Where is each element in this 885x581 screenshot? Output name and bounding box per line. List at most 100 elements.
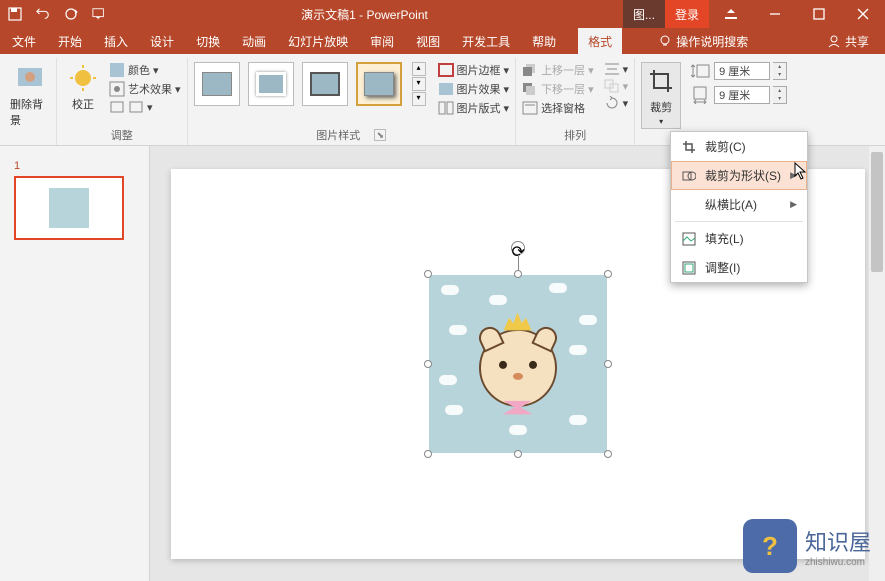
slideshow-from-start-icon[interactable] bbox=[92, 7, 106, 21]
rotate-button[interactable]: ▾ bbox=[604, 96, 629, 110]
titlebar: 演示文稿1 - PowerPoint 图... 登录 bbox=[0, 0, 885, 28]
crop-menu-crop[interactable]: 裁剪(C) bbox=[671, 132, 807, 161]
send-backward-button[interactable]: 下移一层 ▾ bbox=[522, 81, 594, 97]
adjust-group-label: 调整 bbox=[111, 127, 133, 143]
style-gallery-up[interactable]: ▴ bbox=[412, 62, 426, 76]
group-icon bbox=[604, 79, 620, 93]
corrections-button[interactable]: 校正 bbox=[63, 62, 103, 112]
width-up[interactable]: ▴ bbox=[773, 87, 786, 95]
crop-menu-aspect[interactable]: 纵横比(A) ▶ bbox=[671, 190, 807, 219]
menu-animations[interactable]: 动画 bbox=[242, 33, 266, 50]
reset-icon bbox=[128, 100, 144, 114]
width-icon bbox=[691, 86, 711, 104]
height-up[interactable]: ▴ bbox=[773, 63, 786, 71]
arrange-group-label: 排列 bbox=[564, 127, 586, 143]
forward-icon bbox=[522, 63, 538, 77]
fit-icon bbox=[681, 260, 697, 276]
color-icon bbox=[109, 62, 125, 78]
style-gallery-more[interactable]: ▾ bbox=[412, 92, 426, 106]
login-button[interactable]: 登录 bbox=[665, 0, 709, 28]
height-field[interactable]: 9 厘米 ▴▾ bbox=[691, 62, 787, 80]
save-icon[interactable] bbox=[8, 7, 22, 21]
resize-handle-tr[interactable] bbox=[604, 270, 612, 278]
crop-icon bbox=[681, 139, 697, 155]
artistic-icon bbox=[109, 81, 125, 97]
mouse-cursor bbox=[794, 162, 808, 183]
vertical-scrollbar[interactable] bbox=[869, 146, 885, 581]
resize-handle-mr[interactable] bbox=[604, 360, 612, 368]
picture-border-button[interactable]: 图片边框 ▾ bbox=[438, 62, 510, 78]
color-button[interactable]: 颜色 ▾ bbox=[109, 62, 181, 78]
shape-icon bbox=[681, 168, 697, 184]
group-button[interactable]: ▾ bbox=[604, 79, 629, 93]
width-field[interactable]: 9 厘米 ▴▾ bbox=[691, 86, 787, 104]
menu-help[interactable]: 帮助 bbox=[532, 33, 556, 50]
crop-button[interactable]: 裁剪 ▾ bbox=[641, 62, 681, 129]
redo-icon[interactable] bbox=[64, 7, 78, 21]
menu-transitions[interactable]: 切换 bbox=[196, 33, 220, 50]
align-button[interactable]: ▾ bbox=[604, 62, 629, 76]
styles-dialog-launcher[interactable]: ⬊ bbox=[374, 129, 386, 141]
style-gallery-down[interactable]: ▾ bbox=[412, 77, 426, 91]
rotate-icon bbox=[604, 96, 620, 110]
watermark: ? 知识屋 zhishiwu.com bbox=[743, 519, 871, 573]
compress-reset-row[interactable]: ▾ bbox=[109, 100, 181, 114]
window-title: 演示文稿1 - PowerPoint bbox=[106, 6, 623, 23]
crop-dropdown-menu: 裁剪(C) 裁剪为形状(S) ▶ 纵横比(A) ▶ 填充(L) 调整(I) bbox=[670, 131, 808, 283]
menu-review[interactable]: 审阅 bbox=[370, 33, 394, 50]
menu-view[interactable]: 视图 bbox=[416, 33, 440, 50]
styles-group-label: 图片样式 bbox=[316, 127, 360, 143]
picture-style-3[interactable] bbox=[302, 62, 348, 106]
resize-handle-br[interactable] bbox=[604, 450, 612, 458]
resize-handle-tm[interactable] bbox=[514, 270, 522, 278]
menu-home[interactable]: 开始 bbox=[58, 33, 82, 50]
menu-slideshow[interactable]: 幻灯片放映 bbox=[288, 33, 348, 50]
menu-design[interactable]: 设计 bbox=[150, 33, 174, 50]
close-icon[interactable] bbox=[841, 0, 885, 28]
thumbnail-panel: 1 bbox=[0, 146, 150, 581]
picture-effects-button[interactable]: 图片效果 ▾ bbox=[438, 81, 510, 97]
share-button[interactable]: 共享 bbox=[827, 33, 869, 50]
selection-pane-button[interactable]: 选择窗格 bbox=[522, 100, 594, 116]
menu-format[interactable]: 格式 bbox=[578, 28, 622, 54]
menubar: 文件 开始 插入 设计 切换 动画 幻灯片放映 审阅 视图 开发工具 帮助 格式… bbox=[0, 28, 885, 54]
resize-handle-tl[interactable] bbox=[424, 270, 432, 278]
compress-icon bbox=[109, 100, 125, 114]
selection-icon bbox=[522, 101, 538, 115]
border-icon bbox=[438, 63, 454, 77]
resize-handle-bl[interactable] bbox=[424, 450, 432, 458]
menu-developer[interactable]: 开发工具 bbox=[462, 33, 510, 50]
picture-style-4[interactable] bbox=[356, 62, 402, 106]
artistic-effects-button[interactable]: 艺术效果 ▾ bbox=[109, 81, 181, 97]
effects-icon bbox=[438, 82, 454, 96]
height-down[interactable]: ▾ bbox=[773, 71, 786, 79]
align-icon bbox=[604, 62, 620, 76]
resize-handle-bm[interactable] bbox=[514, 450, 522, 458]
crop-menu-fit[interactable]: 调整(I) bbox=[671, 253, 807, 282]
rotate-handle[interactable]: ⟳ bbox=[511, 241, 525, 255]
maximize-icon[interactable] bbox=[797, 0, 841, 28]
remove-background-button[interactable]: 删除背景 bbox=[10, 62, 50, 128]
selected-image[interactable]: ⟳ bbox=[429, 275, 607, 453]
tell-me-search[interactable]: 操作说明搜索 bbox=[658, 33, 748, 50]
bulb-icon bbox=[658, 34, 672, 48]
minimize-icon[interactable] bbox=[753, 0, 797, 28]
height-icon bbox=[691, 62, 711, 80]
crop-menu-shape[interactable]: 裁剪为形状(S) ▶ bbox=[671, 161, 807, 190]
width-down[interactable]: ▾ bbox=[773, 95, 786, 103]
menu-insert[interactable]: 插入 bbox=[104, 33, 128, 50]
menu-file[interactable]: 文件 bbox=[12, 33, 36, 50]
picture-style-2[interactable] bbox=[248, 62, 294, 106]
slide-number: 1 bbox=[14, 160, 20, 172]
slide-thumbnail-1[interactable] bbox=[14, 176, 124, 240]
backward-icon bbox=[522, 82, 538, 96]
fill-icon bbox=[681, 231, 697, 247]
picture-style-1[interactable] bbox=[194, 62, 240, 106]
crop-menu-fill[interactable]: 填充(L) bbox=[671, 224, 807, 253]
undo-icon[interactable] bbox=[36, 7, 50, 21]
ribbon-options-icon[interactable] bbox=[709, 0, 753, 28]
bring-forward-button[interactable]: 上移一层 ▾ bbox=[522, 62, 594, 78]
context-tab-label[interactable]: 图... bbox=[623, 0, 665, 28]
resize-handle-ml[interactable] bbox=[424, 360, 432, 368]
picture-layout-button[interactable]: 图片版式 ▾ bbox=[438, 100, 510, 116]
